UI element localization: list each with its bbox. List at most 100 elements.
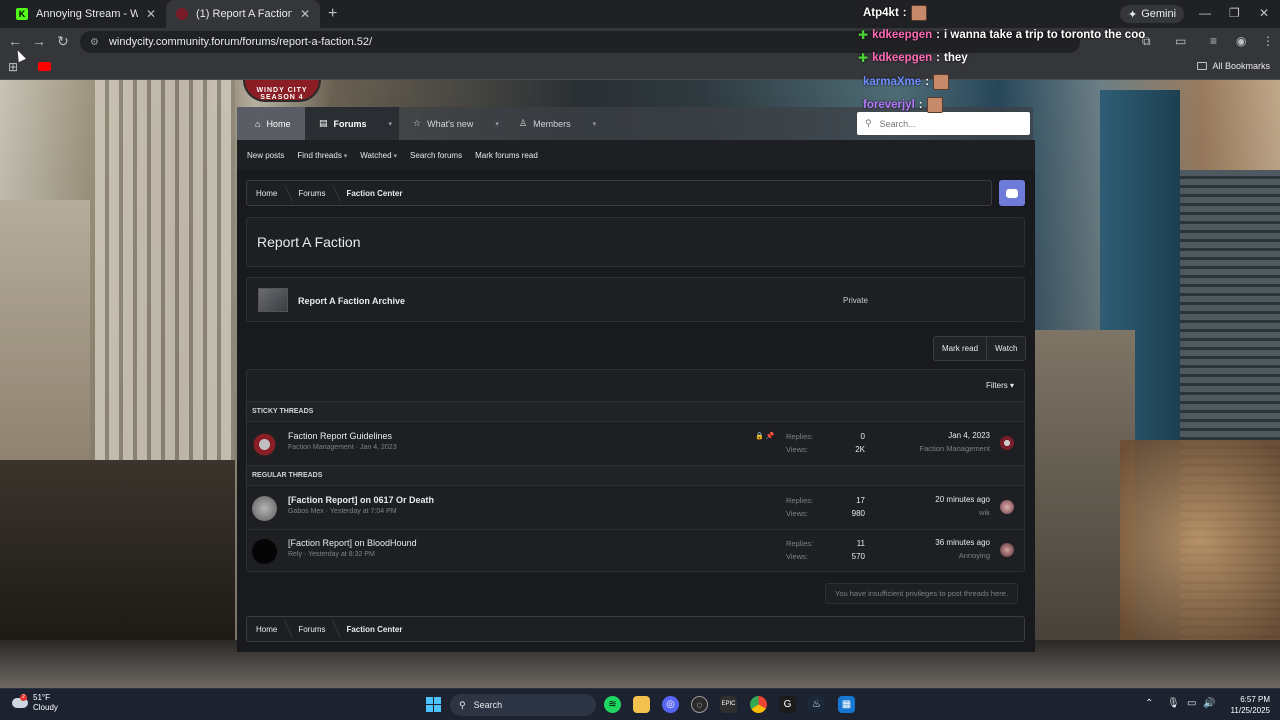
thread-author[interactable]: Rely: [288, 551, 302, 558]
epic-games-icon[interactable]: EPIC: [720, 696, 737, 713]
forum-actions: Mark read Watch: [933, 336, 1027, 361]
nav-label: What's new: [427, 118, 474, 129]
avatar[interactable]: [1000, 436, 1014, 450]
youtube-icon[interactable]: [38, 62, 51, 71]
taskbar-search-label: Search: [473, 700, 503, 710]
thread-date: Yesterday at 8:32 PM: [308, 551, 375, 558]
nav-whats-new[interactable]: ☆ What's new ▾: [399, 107, 503, 140]
views-count: 570: [851, 552, 865, 561]
forward-button[interactable]: →: [30, 33, 48, 49]
avatar[interactable]: [252, 432, 277, 457]
breadcrumb-home[interactable]: Home: [247, 189, 289, 198]
avatar[interactable]: [252, 496, 277, 521]
subforum-row[interactable]: Report A Faction Archive Private: [246, 277, 1025, 322]
tab-report-a-faction[interactable]: (1) Report A Faction | Windy Cit ✕: [166, 0, 320, 28]
close-icon[interactable]: ✕: [146, 7, 156, 21]
new-tab-button[interactable]: +: [328, 5, 337, 23]
breadcrumb-faction-center[interactable]: Faction Center: [337, 625, 414, 634]
avatar[interactable]: [1000, 543, 1014, 557]
views-label: Views:: [786, 509, 808, 518]
thread-title[interactable]: [Faction Report] on 0617 Or Death: [288, 495, 434, 505]
site-info-icon[interactable]: ⚙: [90, 37, 99, 48]
forums-icon: ▤: [319, 118, 328, 128]
table-row[interactable]: Faction Report Guidelines Faction Manage…: [247, 423, 1024, 466]
window-close-button[interactable]: ✕: [1259, 6, 1269, 20]
file-explorer-icon[interactable]: [633, 696, 650, 713]
last-post-time[interactable]: Jan 4, 2023: [948, 431, 990, 440]
subforum-title[interactable]: Report A Faction Archive: [298, 296, 405, 306]
network-icon[interactable]: ▭: [1187, 698, 1196, 709]
spotify-icon[interactable]: ≋: [604, 696, 621, 713]
last-post-user[interactable]: Faction Management: [920, 444, 990, 453]
nav-forums[interactable]: ▤ Forums ▾: [305, 107, 399, 140]
breadcrumb-faction-center[interactable]: Faction Center: [337, 189, 414, 198]
app-icon[interactable]: ◌: [691, 696, 708, 713]
chat-text: they: [943, 52, 968, 64]
thread-author[interactable]: Gabos Mex: [288, 508, 324, 515]
all-bookmarks-button[interactable]: All Bookmarks: [1197, 61, 1270, 71]
table-row[interactable]: [Faction Report] on BloodHound Rely · Ye…: [247, 530, 1024, 573]
restore-button[interactable]: ❐: [1229, 6, 1240, 20]
tab-annoying-stream[interactable]: K Annoying Stream - Watch Live ✕: [6, 0, 166, 28]
cast-icon[interactable]: ▭: [1175, 34, 1186, 48]
chevron-down-icon[interactable]: ▾: [495, 120, 499, 128]
media-icon[interactable]: ≡: [1210, 34, 1217, 48]
close-icon[interactable]: ✕: [300, 7, 310, 21]
taskbar-search[interactable]: ⚲ Search: [450, 694, 596, 716]
back-button[interactable]: ←: [6, 33, 24, 49]
last-post-time[interactable]: 36 minutes ago: [935, 538, 990, 547]
thread-status-icons: 🔒 📌: [755, 432, 774, 440]
nav-members[interactable]: ♙ Members ▾: [507, 107, 607, 140]
weather-widget[interactable]: 2 51°F Cloudy: [12, 693, 58, 713]
search-forums-link[interactable]: Search forums: [410, 151, 462, 160]
minimize-button[interactable]: —: [1199, 6, 1211, 20]
table-row[interactable]: [Faction Report] on 0617 Or Death Gabos …: [247, 487, 1024, 530]
nav-home[interactable]: ⌂ Home: [237, 107, 305, 140]
gemini-button[interactable]: ✦ Gemini: [1120, 5, 1185, 23]
discord-icon[interactable]: ◎: [662, 696, 679, 713]
last-post-user[interactable]: wik: [979, 508, 990, 517]
find-threads-link[interactable]: Find threads: [297, 151, 347, 160]
chevron-up-icon[interactable]: ⌃: [1145, 698, 1153, 709]
watched-link[interactable]: Watched: [360, 151, 397, 160]
avatar[interactable]: [1000, 500, 1014, 514]
app-icon[interactable]: ▦: [838, 696, 855, 713]
breadcrumb-forums[interactable]: Forums: [289, 189, 337, 198]
app-icon[interactable]: G: [779, 696, 796, 713]
replies-count: 11: [856, 539, 865, 548]
tab-strip: K Annoying Stream - Watch Live ✕ (1) Rep…: [0, 0, 1280, 28]
thread-title[interactable]: [Faction Report] on BloodHound: [288, 538, 417, 548]
profile-icon[interactable]: ◉: [1236, 34, 1246, 48]
mark-forums-read-link[interactable]: Mark forums read: [475, 151, 538, 160]
weather-condition: Cloudy: [33, 703, 58, 712]
discord-icon: [1006, 188, 1018, 198]
last-post-user[interactable]: Annoying: [959, 551, 990, 560]
chat-username: foreverjyl: [863, 99, 915, 111]
menu-icon[interactable]: ⋮: [1262, 34, 1274, 48]
thread-author[interactable]: Faction Management: [288, 444, 354, 451]
last-post-time[interactable]: 20 minutes ago: [935, 495, 990, 504]
microphone-icon[interactable]: 🎙: [1167, 698, 1180, 709]
windows-start-icon[interactable]: [426, 697, 441, 712]
breadcrumb-home[interactable]: Home: [247, 625, 289, 634]
chrome-icon[interactable]: [750, 696, 767, 713]
steam-icon[interactable]: ♨: [808, 696, 825, 713]
reload-button[interactable]: ↻: [54, 33, 72, 50]
apps-icon[interactable]: ⊞: [8, 60, 18, 74]
clock[interactable]: 6:57 PM 11/25/2025: [1231, 694, 1270, 716]
forum-logo[interactable]: WINDY CITY SEASON 4: [243, 80, 321, 102]
breadcrumb-bottom: Home Forums Faction Center: [246, 616, 1025, 642]
forum-search-input[interactable]: ⚲ Search...: [857, 112, 1030, 135]
breadcrumb-forums[interactable]: Forums: [289, 625, 337, 634]
temperature: 51°F: [33, 693, 50, 702]
volume-icon[interactable]: 🔊: [1203, 698, 1215, 709]
mark-read-button[interactable]: Mark read: [934, 337, 986, 360]
new-posts-link[interactable]: New posts: [247, 151, 284, 160]
chevron-down-icon[interactable]: ▾: [389, 120, 393, 128]
avatar[interactable]: [252, 539, 277, 564]
watch-button[interactable]: Watch: [986, 337, 1025, 360]
filters-button[interactable]: Filters ▾: [986, 381, 1014, 390]
thread-title[interactable]: Faction Report Guidelines: [288, 431, 392, 441]
chevron-down-icon[interactable]: ▾: [593, 120, 597, 128]
discord-button[interactable]: [999, 180, 1025, 206]
